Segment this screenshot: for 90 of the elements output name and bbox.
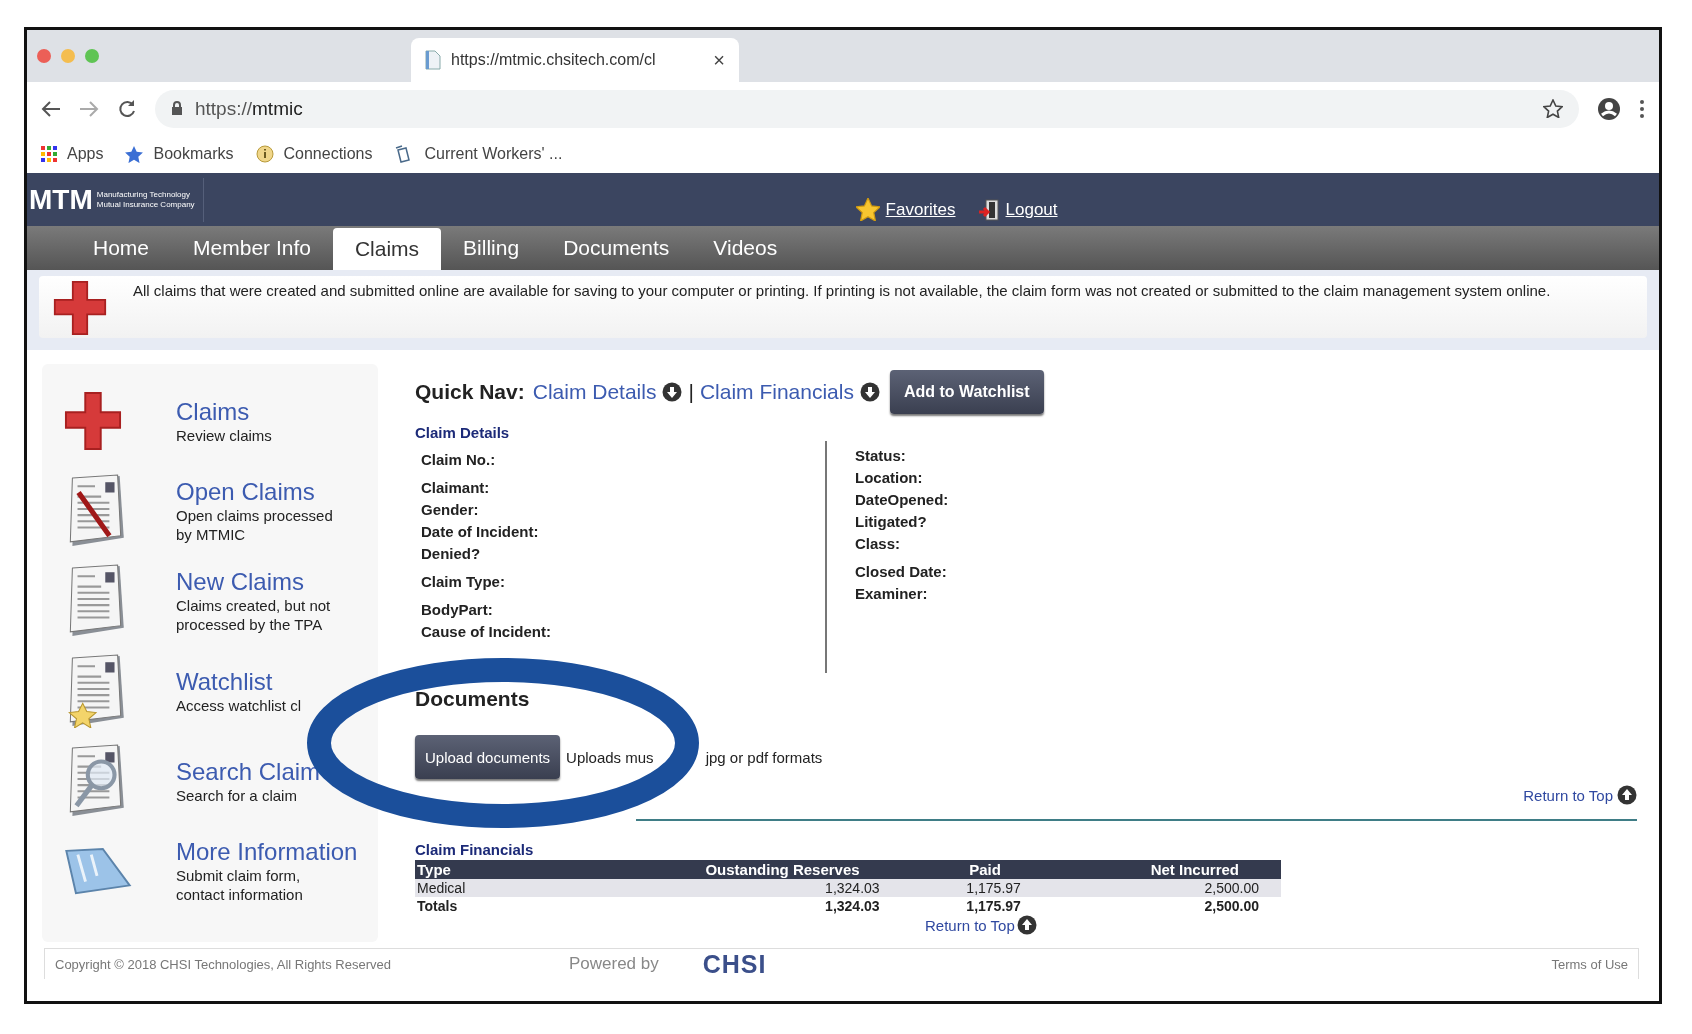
sidebar-description: Submit claim form, contact information	[176, 866, 304, 904]
bookmark-link[interactable]: Current Workers' ...	[424, 145, 563, 163]
field-label: Claimant:	[421, 478, 491, 498]
cross-icon	[53, 280, 107, 336]
table-cell: 1,175.97	[901, 879, 1043, 897]
info-icon	[255, 145, 274, 163]
field-label: Date of Incident:	[421, 522, 540, 542]
star-icon	[125, 145, 144, 163]
field-label: Status:	[855, 446, 907, 466]
nav-tab[interactable]: Videos	[691, 228, 800, 268]
column-header: Type	[415, 860, 545, 879]
sidebar-description: Open claims processed by MTMIC	[176, 506, 334, 544]
url-text: https://mtmic	[195, 97, 303, 120]
sidebar-link[interactable]: More Information	[176, 838, 358, 866]
field-label: Gender:	[421, 500, 480, 520]
table-cell: 2,500.00	[1042, 897, 1281, 915]
documents-heading: Documents	[415, 687, 531, 711]
add-to-watchlist-button[interactable]: Add to Watchlist	[889, 370, 1044, 414]
upload-documents-button[interactable]: Upload documents	[415, 735, 561, 779]
terms-link[interactable]: Terms of Use	[1551, 956, 1628, 972]
quick-nav-link[interactable]: Claim Financials	[699, 380, 854, 404]
field-label: Litigated?	[855, 512, 928, 532]
reload-button[interactable]	[117, 98, 137, 119]
table-cell: Medical	[415, 879, 545, 897]
sidebar-link[interactable]: Watchlist	[176, 667, 348, 696]
table-cell: 1,175.97	[901, 897, 1043, 915]
nav-tab[interactable]: Member Info	[171, 228, 333, 268]
header-link[interactable]: Logout	[1005, 199, 1058, 220]
sidebar-description: Review claims	[176, 425, 273, 445]
powered-by-text: Powered by	[568, 954, 659, 974]
sidebar-link[interactable]: Claims	[176, 397, 348, 426]
copyright-text: Copyright © 2018 CHSI Technologies, All Rights Reserved	[55, 956, 391, 972]
apps-grid-icon	[41, 146, 57, 162]
sidebar-description: Access watchlist cl	[176, 695, 303, 715]
sidebar-description: Search for a claim	[176, 785, 298, 805]
field-label: DateOpened:	[855, 490, 949, 510]
nav-tab[interactable]: Home	[71, 228, 172, 268]
field-label: Location:	[855, 468, 924, 488]
table-cell: Totals	[415, 897, 545, 915]
account-icon[interactable]	[1597, 96, 1621, 121]
bookmark-link[interactable]: Connections	[283, 145, 373, 163]
field-label: Class:	[855, 534, 902, 554]
field-label: Cause of Incident:	[421, 622, 552, 642]
nav-tab[interactable]: Documents	[541, 228, 692, 268]
exit-door-icon	[977, 198, 1000, 221]
brand-logo: CHSI	[702, 949, 767, 979]
section-heading: Claim Details	[415, 424, 511, 441]
nav-tab[interactable]: Billing	[441, 228, 542, 268]
cross-icon	[64, 391, 122, 451]
back-button[interactable]	[41, 99, 61, 118]
sidebar-link[interactable]: Open Claims	[176, 478, 348, 506]
return-to-top-link[interactable]: Return to Top	[925, 916, 1015, 934]
bookmark-link[interactable]: Apps	[67, 145, 104, 163]
browser-tab[interactable]: https://mtmic.chsitech.com/cl ×	[411, 38, 739, 82]
field-label: Claim Type:	[421, 572, 506, 592]
table-cell: 1,324.03	[545, 879, 902, 897]
section-heading: Claim Financials	[415, 841, 535, 858]
sidebar-link[interactable]: New Claims	[176, 568, 348, 596]
star-icon	[855, 198, 880, 221]
column-header: Net Incurred	[1042, 860, 1281, 879]
separator: |	[688, 380, 694, 404]
sidebar-link[interactable]: Search Claim	[176, 757, 348, 786]
field-label: Claim No.:	[421, 450, 497, 470]
field-label: Examiner:	[855, 584, 929, 604]
return-to-top-link[interactable]: Return to Top	[1523, 786, 1613, 804]
page-icon	[425, 50, 441, 70]
close-tab-button[interactable]: ×	[713, 48, 725, 72]
close-window-button[interactable]	[37, 49, 51, 63]
glass-window-icon	[64, 847, 132, 895]
notice-text: All claims that were created and submitted online are available for saving to your computer or printing. If printing is not available, the claim form was not created or submitted to the claim management system online.	[133, 281, 1551, 300]
address-bar[interactable]: https://mtmic	[155, 89, 1579, 128]
field-label: Closed Date:	[855, 562, 948, 582]
field-label: BodyPart:	[421, 600, 494, 620]
quick-nav-link[interactable]: Claim Details	[532, 380, 657, 404]
table-cell: 1,324.03	[545, 897, 902, 915]
header-link[interactable]: Favorites	[885, 199, 956, 220]
upload-note: jpg or pdf formats	[705, 748, 823, 766]
tab-title: https://mtmic.chsitech.com/cl	[451, 51, 657, 69]
quick-nav-label: Quick Nav:	[415, 380, 525, 404]
nav-tab[interactable]: Claims	[332, 228, 442, 270]
bookmark-link[interactable]: Bookmarks	[153, 145, 234, 163]
lock-icon	[171, 101, 183, 116]
column-header: Paid	[901, 860, 1043, 879]
upload-note: Uploads mus	[566, 748, 654, 766]
table-cell: 2,500.00	[1042, 879, 1281, 897]
field-label: Denied?	[421, 544, 482, 564]
column-header: Oustanding Reserves	[545, 860, 902, 879]
menu-icon[interactable]	[1639, 98, 1645, 119]
sidebar-description: Claims created, but not processed by the TPA	[176, 596, 332, 634]
bookmark-star-icon[interactable]	[1543, 99, 1563, 118]
